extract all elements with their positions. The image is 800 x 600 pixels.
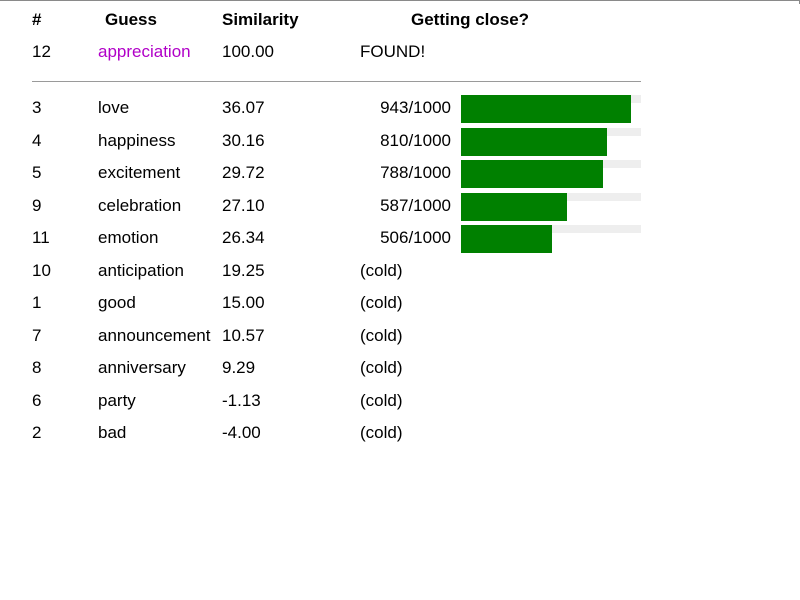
guess-similarity: 36.07 [222,98,265,117]
proximity-score: 943/1000 [380,98,451,117]
cold-status: (cold) [360,391,403,410]
guess-word: happiness [98,131,176,150]
guess-number: 2 [32,423,42,442]
guess-number: 5 [32,163,42,182]
cold-status: (cold) [360,358,403,377]
proximity-bar-fill [461,128,607,156]
guess-word: excitement [98,163,181,182]
proximity-bar-fill [461,193,567,221]
found-status: FOUND! [360,42,426,61]
guess-similarity: 27.10 [222,196,265,215]
proximity-score: 587/1000 [380,196,451,215]
table-row: 4 happiness 30.16 810/1000 [0,126,800,156]
table-row: 9 celebration 27.10 587/1000 [0,191,800,221]
guess-similarity: -4.00 [222,423,261,442]
guess-word: announcement [98,326,211,345]
guess-similarity: 15.00 [222,293,265,312]
found-word: appreciation [98,42,191,61]
guess-number: 7 [32,326,42,345]
header-similarity: Similarity [222,10,299,29]
table-row: 3 love 36.07 943/1000 [0,93,800,123]
proximity-score: 788/1000 [380,163,451,182]
table-row: 1 good 15.00 (cold) [0,288,800,318]
guess-word: celebration [98,196,182,215]
table-row: 11 emotion 26.34 506/1000 [0,223,800,253]
guess-similarity: 29.72 [222,163,265,182]
table-row: 5 excitement 29.72 788/1000 [0,158,800,188]
proximity-score: 810/1000 [380,131,451,150]
guess-number: 8 [32,358,42,377]
guess-number: 10 [32,261,51,280]
guess-similarity: 100.00 [222,42,274,61]
guess-number: 4 [32,131,42,150]
divider [32,81,641,82]
proximity-bar-fill [461,225,552,253]
guess-similarity: 30.16 [222,131,265,150]
guess-word: party [98,391,136,410]
guess-similarity: 19.25 [222,261,265,280]
guess-number: 6 [32,391,42,410]
found-row: 12 appreciation 100.00 FOUND! [0,37,800,67]
guess-word: good [98,293,136,312]
guess-number: 3 [32,98,42,117]
cold-status: (cold) [360,261,403,280]
guess-similarity: 9.29 [222,358,256,377]
table-header: # Guess Similarity Getting close? [0,5,800,35]
cold-status: (cold) [360,326,403,345]
top-border [0,0,800,4]
header-guess: Guess [105,10,157,29]
guess-word: love [98,98,130,117]
guess-number: 1 [32,293,42,312]
guess-number: 12 [32,42,51,61]
guess-word: anticipation [98,261,185,280]
guess-similarity: 26.34 [222,228,265,247]
guess-word: emotion [98,228,159,247]
header-getting-close: Getting close? [411,10,530,29]
guess-word: anniversary [98,358,186,377]
guess-similarity: 10.57 [222,326,265,345]
guess-number: 11 [32,228,50,247]
table-row: 10 anticipation 19.25 (cold) [0,256,800,286]
guess-number: 9 [32,196,42,215]
proximity-bar-fill [461,95,631,123]
cold-status: (cold) [360,293,403,312]
table-row: 7 announcement 10.57 (cold) [0,321,800,351]
proximity-score: 506/1000 [380,228,451,247]
table-row: 8 anniversary 9.29 (cold) [0,353,800,383]
header-number: # [32,10,42,29]
guess-word: bad [98,423,127,442]
proximity-bar-fill [461,160,603,188]
guess-similarity: -1.13 [222,391,261,410]
table-row: 2 bad -4.00 (cold) [0,418,800,448]
table-row: 6 party -1.13 (cold) [0,386,800,416]
cold-status: (cold) [360,423,403,442]
